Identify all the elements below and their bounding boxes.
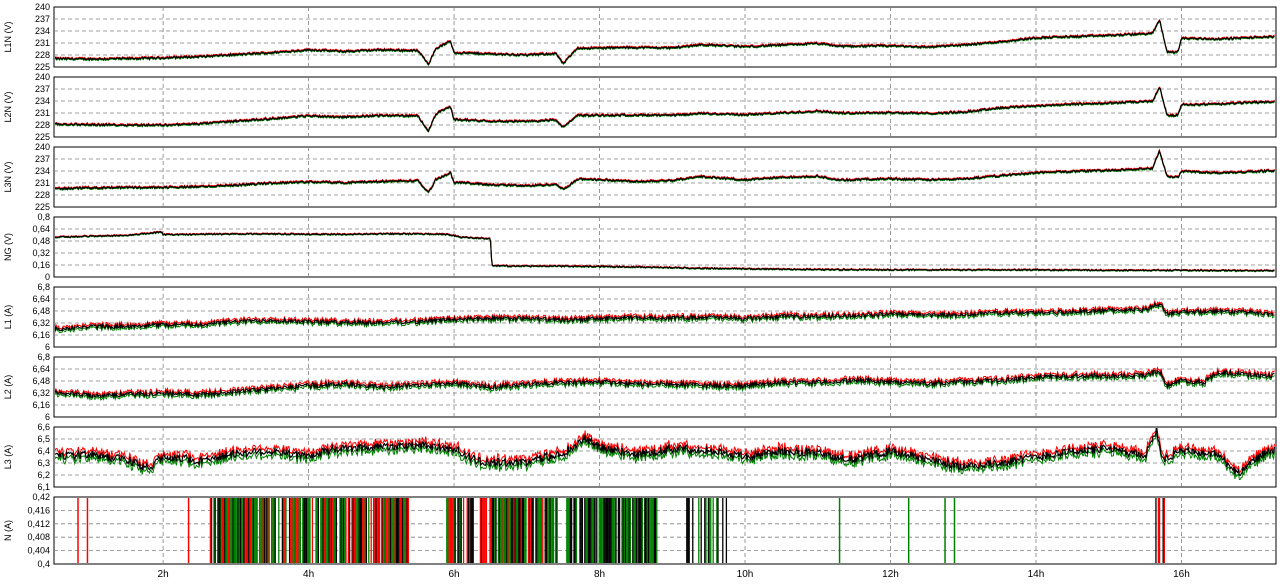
plot-frame <box>53 76 1277 138</box>
x-tick-label: 16h <box>1173 569 1190 580</box>
y-tick-label: 234 <box>35 26 50 36</box>
y-tick-label: 0,32 <box>32 248 50 258</box>
y-tick-label: 0,408 <box>27 532 50 542</box>
y-tick-label: 6,1 <box>37 482 50 492</box>
y-tick-label: 6,8 <box>37 282 50 292</box>
y-tick-label: 240 <box>35 142 50 152</box>
y-tick-label: 6,48 <box>32 306 50 316</box>
plot-frame <box>53 286 1277 348</box>
y-tick-label: 0,16 <box>32 260 50 270</box>
y-tick-label: 228 <box>35 50 50 60</box>
panel-3: 225 228 231 234 237 240 L3N (V) <box>3 142 1277 212</box>
y-tick-label: 231 <box>35 178 50 188</box>
y-tick-label: 0,48 <box>32 236 50 246</box>
y-tick-label: 6,16 <box>32 400 50 410</box>
y-tick-label: 225 <box>35 202 50 212</box>
y-tick-label: 228 <box>35 120 50 130</box>
x-tick-label: 12h <box>882 569 899 580</box>
y-tick-label: 234 <box>35 166 50 176</box>
y-tick-label: 6,3 <box>37 458 50 468</box>
y-axis-label: L3N (V) <box>3 161 13 192</box>
y-axis-label: L3 (A) <box>3 445 13 470</box>
y-tick-label: 0,416 <box>27 505 50 515</box>
y-tick-label: 6,6 <box>37 422 50 432</box>
y-tick-label: 0,412 <box>27 519 50 529</box>
y-tick-label: 0,4 <box>37 559 50 569</box>
chart-svg: 225 228 231 234 237 240 L1N (V) 225 228 231 234 237… <box>3 2 1277 580</box>
y-axis-label: L2 (A) <box>3 375 13 400</box>
y-tick-label: 6,4 <box>37 446 50 456</box>
y-axis-label: L1 (A) <box>3 305 13 330</box>
y-tick-label: 6,32 <box>32 318 50 328</box>
y-axis-label: N (A) <box>3 520 13 541</box>
y-tick-label: 6,5 <box>37 434 50 444</box>
panel-8: 0,4 0,404 0,408 0,412 0,416 0,42 N (A) <box>3 492 1277 569</box>
x-tick-label: 6h <box>448 569 459 580</box>
y-tick-label: 231 <box>35 38 50 48</box>
y-tick-label: 0 <box>45 272 50 282</box>
y-tick-label: 6 <box>45 342 50 352</box>
multi-panel-chart: 225 228 231 234 237 240 L1N (V) 225 228 231 234 237… <box>0 0 1284 583</box>
y-tick-label: 225 <box>35 132 50 142</box>
y-tick-label: 228 <box>35 190 50 200</box>
panel-4: 0 0,16 0,32 0,48 0,64 0,8 NG (V) <box>3 212 1277 282</box>
y-tick-label: 6,2 <box>37 470 50 480</box>
y-tick-label: 0,64 <box>32 224 50 234</box>
y-tick-label: 237 <box>35 154 50 164</box>
panel-7: 6,1 6,2 6,3 6,4 6,5 6,6 L3 (A) <box>3 422 1277 492</box>
y-tick-label: 0,42 <box>32 492 50 502</box>
x-tick-label: 2h <box>158 569 169 580</box>
x-tick-label: 8h <box>594 569 605 580</box>
y-axis-label: L1N (V) <box>3 21 13 52</box>
plot-frame <box>53 146 1277 208</box>
y-tick-label: 231 <box>35 108 50 118</box>
y-tick-label: 240 <box>35 72 50 82</box>
y-tick-label: 237 <box>35 14 50 24</box>
y-axis-label: L2N (V) <box>3 91 13 122</box>
y-tick-label: 6,8 <box>37 352 50 362</box>
y-tick-label: 6,32 <box>32 388 50 398</box>
x-tick-label: 14h <box>1028 569 1045 580</box>
y-tick-label: 225 <box>35 62 50 72</box>
y-tick-label: 6,64 <box>32 364 50 374</box>
x-tick-label: 10h <box>737 569 754 580</box>
panel-5: 6 6,16 6,32 6,48 6,64 6,8 L1 (A) <box>3 282 1277 352</box>
y-tick-label: 240 <box>35 2 50 12</box>
y-tick-label: 237 <box>35 84 50 94</box>
y-tick-label: 234 <box>35 96 50 106</box>
y-tick-label: 6,16 <box>32 330 50 340</box>
y-tick-label: 0,8 <box>37 212 50 222</box>
y-tick-label: 6 <box>45 412 50 422</box>
panel-6: 6 6,16 6,32 6,48 6,64 6,8 L2 (A) <box>3 352 1277 422</box>
x-tick-label: 4h <box>303 569 314 580</box>
y-tick-label: 6,64 <box>32 294 50 304</box>
y-axis-label: NG (V) <box>3 233 13 261</box>
y-tick-label: 0,404 <box>27 546 50 556</box>
panel-1: 225 228 231 234 237 240 L1N (V) <box>3 2 1277 72</box>
y-tick-label: 6,48 <box>32 376 50 386</box>
panel-2: 225 228 231 234 237 240 L2N (V) <box>3 72 1277 142</box>
plot-frame <box>53 6 1277 68</box>
